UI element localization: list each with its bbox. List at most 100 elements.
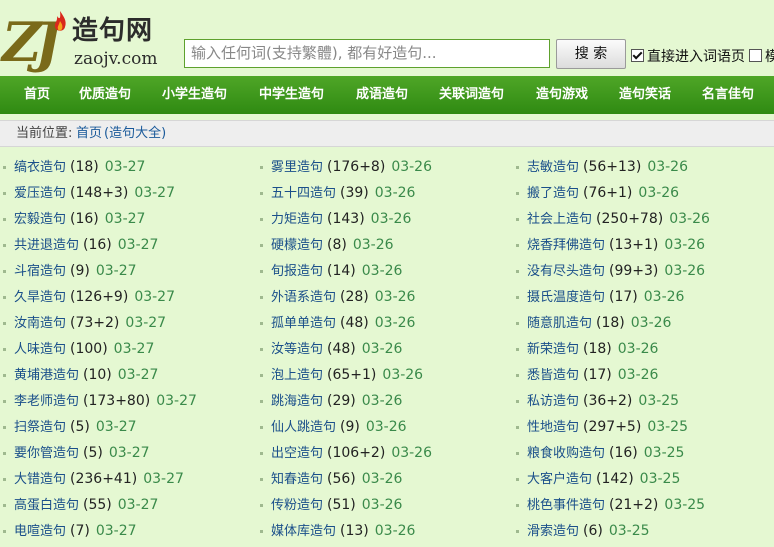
word-link[interactable]: 搬了造句 (527, 186, 579, 201)
sentence-count: (39) (340, 185, 369, 201)
update-date: 03-27 (95, 419, 137, 435)
list-item: 外语系造句 (28) 03-26 (257, 284, 515, 310)
list-item: 电喧造句 (7) 03-27 (0, 518, 258, 544)
list-item: 跳海造句 (29) 03-26 (257, 388, 515, 414)
word-link[interactable]: 汝等造句 (271, 342, 323, 357)
breadcrumb-home-link[interactable]: 首页 (76, 121, 102, 146)
nav-primary-school[interactable]: 小学生造句 (162, 76, 227, 114)
sentence-count: (143) (327, 211, 365, 227)
word-link[interactable]: 李老师造句 (14, 394, 79, 409)
nav-jokes[interactable]: 造句笑话 (619, 76, 671, 114)
word-link[interactable]: 粮食收购造句 (527, 446, 605, 461)
list-item: 传粉造句 (51) 03-26 (257, 492, 515, 518)
update-date: 03-26 (374, 523, 416, 539)
list-item: 李老师造句 (173+80) 03-27 (0, 388, 258, 414)
nav-conjunction[interactable]: 关联词造句 (439, 76, 504, 114)
direct-to-word-page-checkbox[interactable] (631, 49, 644, 62)
list-item: 知春造句 (56) 03-26 (257, 466, 515, 492)
fuzzy-option[interactable]: 模 (749, 48, 774, 66)
list-item: 久旱造句 (126+9) 03-27 (0, 284, 258, 310)
word-link[interactable]: 桃色事件造句 (527, 498, 605, 513)
word-link[interactable]: 雾里造句 (271, 160, 323, 175)
word-link[interactable]: 旬报造句 (271, 264, 323, 279)
list-item: 新荣造句 (18) 03-26 (513, 336, 771, 362)
word-link[interactable]: 孤单单造句 (271, 316, 336, 331)
sentence-count: (142) (596, 471, 634, 487)
nav-quotes[interactable]: 名言佳句 (702, 76, 754, 114)
word-link[interactable]: 随意肌造句 (527, 316, 592, 331)
word-link[interactable]: 大客户造句 (527, 472, 592, 487)
sentence-count: (173+80) (83, 393, 151, 409)
word-link[interactable]: 要你管造句 (14, 446, 79, 461)
sentence-count: (100) (70, 341, 108, 357)
sentence-count: (13) (340, 523, 369, 539)
word-link[interactable]: 媒体库造句 (271, 524, 336, 539)
nav-idiom[interactable]: 成语造句 (356, 76, 408, 114)
list-item: 仙人跳造句 (9) 03-26 (257, 414, 515, 440)
sentence-count: (236+41) (70, 471, 138, 487)
list-item: 汝等造句 (48) 03-26 (257, 336, 515, 362)
update-date: 03-26 (361, 263, 403, 279)
word-link[interactable]: 久旱造句 (14, 290, 66, 305)
word-link[interactable]: 性地造句 (527, 420, 579, 435)
sentence-count: (14) (327, 263, 356, 279)
list-item: 宏毅造句 (16) 03-27 (0, 206, 258, 232)
word-link[interactable]: 黄埔港造句 (14, 368, 79, 383)
sentence-count: (16) (83, 237, 112, 253)
sentence-count: (48) (340, 315, 369, 331)
word-link[interactable]: 泡上造句 (271, 368, 323, 383)
word-link[interactable]: 社会上造句 (527, 212, 592, 227)
word-link[interactable]: 新荣造句 (527, 342, 579, 357)
sentence-count: (73+2) (70, 315, 120, 331)
word-link[interactable]: 摄氏温度造句 (527, 290, 605, 305)
word-link[interactable]: 外语系造句 (271, 290, 336, 305)
word-link[interactable]: 力矩造句 (271, 212, 323, 227)
sentence-count: (17) (583, 367, 612, 383)
sentence-count: (18) (70, 159, 99, 175)
list-item: 缟衣造句 (18) 03-27 (0, 154, 258, 180)
sentence-count: (5) (70, 419, 90, 435)
word-link[interactable]: 电喧造句 (14, 524, 66, 539)
list-item: 共进退造句 (16) 03-27 (0, 232, 258, 258)
word-link[interactable]: 宏毅造句 (14, 212, 66, 227)
nav-quality[interactable]: 优质造句 (79, 76, 131, 114)
list-item: 私访造句 (36+2) 03-25 (513, 388, 771, 414)
word-link[interactable]: 滑索造句 (527, 524, 579, 539)
word-link[interactable]: 没有尽头造句 (527, 264, 605, 279)
word-link[interactable]: 传粉造句 (271, 498, 323, 513)
list-item: 力矩造句 (143) 03-26 (257, 206, 515, 232)
word-link[interactable]: 跳海造句 (271, 394, 323, 409)
update-date: 03-26 (361, 393, 403, 409)
fuzzy-checkbox[interactable] (749, 49, 762, 62)
word-link[interactable]: 烧香拜佛造句 (527, 238, 605, 253)
word-link[interactable]: 硬檬造句 (271, 238, 323, 253)
word-link[interactable]: 人味造句 (14, 342, 66, 357)
word-link[interactable]: 出空造句 (271, 446, 323, 461)
word-list-column-2: 雾里造句 (176+8) 03-26 五十四造句 (39) 03-26 力矩造句 (143) 0… (257, 154, 515, 544)
word-link[interactable]: 志敏造句 (527, 160, 579, 175)
word-link[interactable]: 高蛋白造句 (14, 498, 79, 513)
list-item: 人味造句 (100) 03-27 (0, 336, 258, 362)
word-link[interactable]: 共进退造句 (14, 238, 79, 253)
search-input[interactable]: 输入任何词(支持繁體), 都有好造句... (184, 39, 550, 68)
word-link[interactable]: 汝南造句 (14, 316, 66, 331)
word-link[interactable]: 知春造句 (271, 472, 323, 487)
nav-middle-school[interactable]: 中学生造句 (259, 76, 324, 114)
sentence-count: (56+13) (583, 159, 642, 175)
word-link[interactable]: 扫祭造句 (14, 420, 66, 435)
word-link[interactable]: 斗宿造句 (14, 264, 66, 279)
update-date: 03-26 (664, 263, 706, 279)
word-link[interactable]: 五十四造句 (271, 186, 336, 201)
word-link[interactable]: 缟衣造句 (14, 160, 66, 175)
word-link[interactable]: 私访造句 (527, 394, 579, 409)
nav-home[interactable]: 首页 (24, 76, 50, 114)
word-link[interactable]: 大错造句 (14, 472, 66, 487)
search-button[interactable]: 搜 索 (556, 39, 626, 69)
direct-to-word-page-option[interactable]: 直接进入词语页 (631, 48, 745, 66)
site-logo[interactable]: ZJ 造句网 zaojv.com (0, 8, 180, 74)
word-link[interactable]: 仙人跳造句 (271, 420, 336, 435)
word-link[interactable]: 悉皆造句 (527, 368, 579, 383)
nav-game[interactable]: 造句游戏 (536, 76, 588, 114)
word-link[interactable]: 爱压造句 (14, 186, 66, 201)
site-name: 造句网 (72, 16, 154, 46)
